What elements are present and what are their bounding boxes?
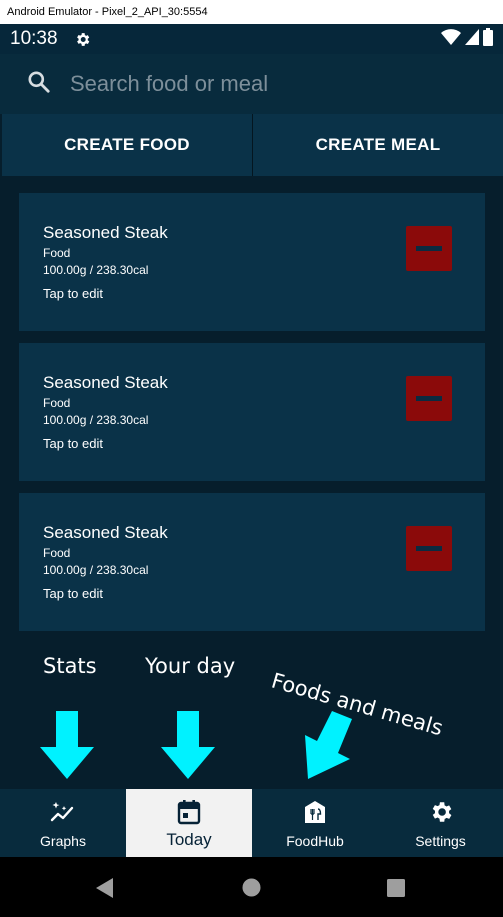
tab-settings[interactable]: Settings [378,789,503,857]
food-name: Seasoned Steak [43,373,168,392]
tab-foodhub[interactable]: FoodHub [252,789,378,857]
create-food-button[interactable]: CREATE FOOD [2,114,253,176]
settings-gear-icon [74,31,91,48]
minus-icon [416,396,442,401]
recents-icon[interactable] [387,879,405,897]
food-type: Food [43,546,71,560]
food-name: Seasoned Steak [43,523,168,542]
food-type: Food [43,246,71,260]
app-screen: Search food or meal CREATE FOOD CREATE M… [0,54,503,857]
status-bar: 10:38 [0,24,503,54]
down-arrow-icon [161,711,215,779]
minus-icon [416,546,442,551]
battery-icon [483,27,493,51]
diagonal-arrow-icon [305,711,352,779]
restaurant-icon [304,799,326,825]
food-amount: 100.00g / 238.30cal [43,263,149,277]
home-icon[interactable] [242,878,261,897]
tap-to-edit-hint: Tap to edit [43,286,103,301]
minus-icon [416,246,442,251]
search-bar[interactable]: Search food or meal [0,54,503,114]
tab-label: FoodHub [286,833,344,849]
annotation-stats: Stats [43,654,97,678]
status-icons [441,27,493,51]
food-card[interactable]: Seasoned Steak Food 100.00g / 238.30cal … [19,343,485,481]
food-card[interactable]: Seasoned Steak Food 100.00g / 238.30cal … [19,493,485,631]
tab-label: Settings [415,833,466,849]
food-card[interactable]: Seasoned Steak Food 100.00g / 238.30cal … [19,193,485,331]
gear-icon [428,799,454,825]
status-time: 10:38 [10,28,58,49]
back-icon[interactable] [96,878,114,898]
bottom-navigation: Graphs Today FoodHub Settings [0,789,503,857]
food-name: Seasoned Steak [43,223,168,242]
annotation-your-day: Your day [145,654,236,678]
wifi-icon [441,28,461,50]
calendar-icon [177,799,201,825]
annotation-foods-and-meals: Foods and meals [268,668,446,741]
food-amount: 100.00g / 238.30cal [43,563,149,577]
tab-label: Today [166,830,212,849]
food-amount: 100.00g / 238.30cal [43,413,149,427]
tab-label: Graphs [40,833,86,849]
tap-to-edit-hint: Tap to edit [43,436,103,451]
remove-button[interactable] [406,226,452,271]
remove-button[interactable] [406,376,452,421]
tab-graphs[interactable]: Graphs [0,789,126,857]
emulator-window-title: Android Emulator - Pixel_2_API_30:5554 [0,0,503,24]
create-meal-button[interactable]: CREATE MEAL [253,114,503,176]
graphs-icon [50,799,76,825]
signal-icon [465,28,479,50]
tab-today[interactable]: Today [126,789,252,857]
food-type: Food [43,396,71,410]
create-actions: CREATE FOOD CREATE MEAL [2,114,503,176]
tap-to-edit-hint: Tap to edit [43,586,103,601]
down-arrow-icon [40,711,94,779]
search-input[interactable]: Search food or meal [70,71,268,97]
system-navigation-bar [0,857,503,917]
search-icon [26,69,52,100]
remove-button[interactable] [406,526,452,571]
